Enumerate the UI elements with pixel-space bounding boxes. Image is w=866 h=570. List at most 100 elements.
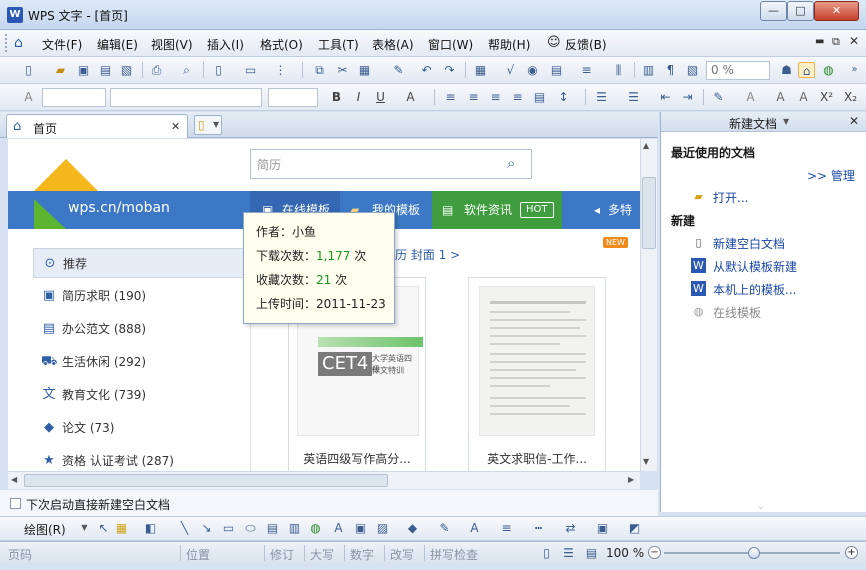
clipart-globe-icon[interactable]: ◍ [307,520,324,536]
arrow-style-icon[interactable]: ⇄ [562,520,579,536]
text-direction-icon[interactable]: ⋮ [272,62,289,78]
draw-menu[interactable]: 绘图(R) [24,521,66,538]
format-painter-icon[interactable]: ✎ [390,62,407,78]
category-office[interactable]: ▤ 办公范文 (888) [33,314,249,344]
scroll-left-icon[interactable]: ◀ [11,475,17,484]
save-icon[interactable]: ▣ [75,62,92,78]
category-life[interactable]: ⛟ 生活休闲 (292) [33,347,249,377]
menu-format[interactable]: 格式(O) [260,36,303,53]
redo-icon[interactable]: ↷ [441,62,458,78]
decrease-indent-icon[interactable]: ⇤ [657,89,674,105]
bold-icon[interactable]: B [328,89,345,105]
save-as-icon[interactable]: ▤ [97,62,114,78]
category-resume[interactable]: ▣ 简历求职 (190) [33,281,249,311]
toolbar-overflow-icon[interactable]: » [846,62,863,78]
help-icon[interactable]: ☗ [778,62,795,78]
table-border-icon[interactable]: ▤ [548,62,565,78]
dash-style-icon[interactable]: ┅ [530,520,547,536]
home-icon[interactable]: ⌂ [14,35,32,51]
print-icon[interactable]: ⎙ [148,62,165,78]
manage-link[interactable]: >> 管理 [807,167,855,184]
status-overwrite[interactable]: 改写 [390,546,414,563]
print-preview-icon[interactable]: ⌕ [178,62,195,78]
paragraph-marks-icon[interactable]: ¶ [662,62,679,78]
status-spellcheck[interactable]: 拼写检查 [430,546,478,563]
subscript-icon[interactable]: X₂ [842,89,859,105]
template-title[interactable]: 英文求职信-工作... [469,450,605,467]
font-color-icon[interactable]: A [402,89,419,105]
nav-duote[interactable]: ◂ 多特 [594,191,640,229]
task-pane-title[interactable]: 新建文档 [729,115,777,132]
wordart-icon[interactable]: A [330,520,347,536]
highlight-icon[interactable]: ✎ [710,89,727,105]
menu-help[interactable]: 帮助(H) [488,36,530,53]
insert-table-icon[interactable]: ▦ [472,62,489,78]
autoshape-icon[interactable]: ▦ [113,520,130,536]
from-default-link[interactable]: 从默认模板新建 [713,258,797,275]
menu-tools[interactable]: 工具(T) [318,36,359,53]
3d-style-icon[interactable]: ◩ [626,520,643,536]
chevron-down-icon[interactable]: ▼ [76,520,93,536]
new-blank-link[interactable]: 新建空白文档 [713,235,785,252]
menu-edit[interactable]: 编辑(E) [97,36,138,53]
chevron-down-icon[interactable]: ⌄ [757,502,765,512]
category-certification[interactable]: ★ 资格 认证考试 (287) [33,446,249,471]
vertical-scrollbar[interactable]: ▲ ▼ [640,139,657,471]
line-style-icon[interactable]: ≡ [498,520,515,536]
increase-indent-icon[interactable]: ⇥ [679,89,696,105]
template-card-cover-letter[interactable]: 英文求职信-工作... [468,277,606,471]
local-templates-link[interactable]: 本机上的模板... [713,281,796,298]
shapes-menu-icon[interactable]: ◧ [142,520,159,536]
doc-close-icon[interactable]: ✕ [849,34,859,48]
page-view-icon[interactable]: ▯ [538,545,555,561]
horizontal-scrollbar[interactable]: ◀ ▶ [8,471,640,489]
search-box[interactable]: 简历 ⌕ [250,149,532,179]
distribute-icon[interactable]: ▤ [531,89,548,105]
doc-minimize-icon[interactable]: ▬ [815,36,824,47]
scroll-right-icon[interactable]: ▶ [628,475,634,484]
search-icon[interactable]: ⌕ [507,154,515,172]
close-button[interactable]: ✕ [814,1,859,21]
align-right-icon[interactable]: ≡ [487,89,504,105]
font-size-combo[interactable] [268,88,318,107]
vertical-textbox-icon[interactable]: ▥ [286,520,303,536]
columns-icon[interactable]: ≡ [578,62,595,78]
textbox-icon[interactable]: ▤ [264,520,281,536]
scroll-up-icon[interactable]: ▲ [643,141,649,150]
shadow-icon[interactable]: ▣ [594,520,611,536]
category-recommend[interactable]: ⊙ 推荐 [33,248,249,278]
font-color-icon[interactable]: A [466,520,483,536]
line-spacing-icon[interactable]: ↕ [555,89,572,105]
chevron-down-icon[interactable]: ▼ [783,117,789,126]
zoom-slider-thumb[interactable] [748,547,760,559]
task-pane-close-icon[interactable]: ✕ [849,114,859,128]
font-name-combo[interactable] [110,88,262,107]
scroll-thumb[interactable] [642,177,656,249]
superscript-icon[interactable]: X² [818,89,835,105]
copy-icon[interactable]: ⧉ [311,62,328,78]
char-shading-icon[interactable]: A [742,89,759,105]
home-page-icon[interactable]: ⌂ [798,62,815,78]
paste-icon[interactable]: ▦ [356,62,373,78]
open-link[interactable]: 打开... [713,189,748,206]
select-pointer-icon[interactable]: ↖ [95,520,112,536]
wps-app-icon[interactable]: W [7,7,23,23]
page-setup-icon[interactable]: ▭ [242,62,259,78]
new-document-icon[interactable]: ▯ [20,62,37,78]
bullets-icon[interactable]: ☰ [625,89,642,105]
maximize-button[interactable]: □ [787,1,814,21]
line-color-icon[interactable]: ✎ [436,520,453,536]
menu-window[interactable]: 窗口(W) [428,36,473,53]
grow-font-icon[interactable]: A [772,89,789,105]
open-folder-icon[interactable]: ▰ [52,62,69,78]
doc-restore-icon[interactable]: ⧉ [832,35,840,49]
numbering-icon[interactable]: ☰ [593,89,610,105]
arrow-tool-icon[interactable]: ↘ [198,520,215,536]
nav-software-news[interactable]: ▤ 软件资讯 HOT [432,191,562,229]
ellipse-tool-icon[interactable]: ⬭ [242,520,259,536]
cut-icon[interactable]: ✂ [334,62,351,78]
document-map-icon[interactable]: ▥ [640,62,657,78]
menu-view[interactable]: 视图(V) [151,36,193,53]
rectangle-tool-icon[interactable]: ▭ [220,520,237,536]
outline-view-icon[interactable]: ☰ [560,545,577,561]
